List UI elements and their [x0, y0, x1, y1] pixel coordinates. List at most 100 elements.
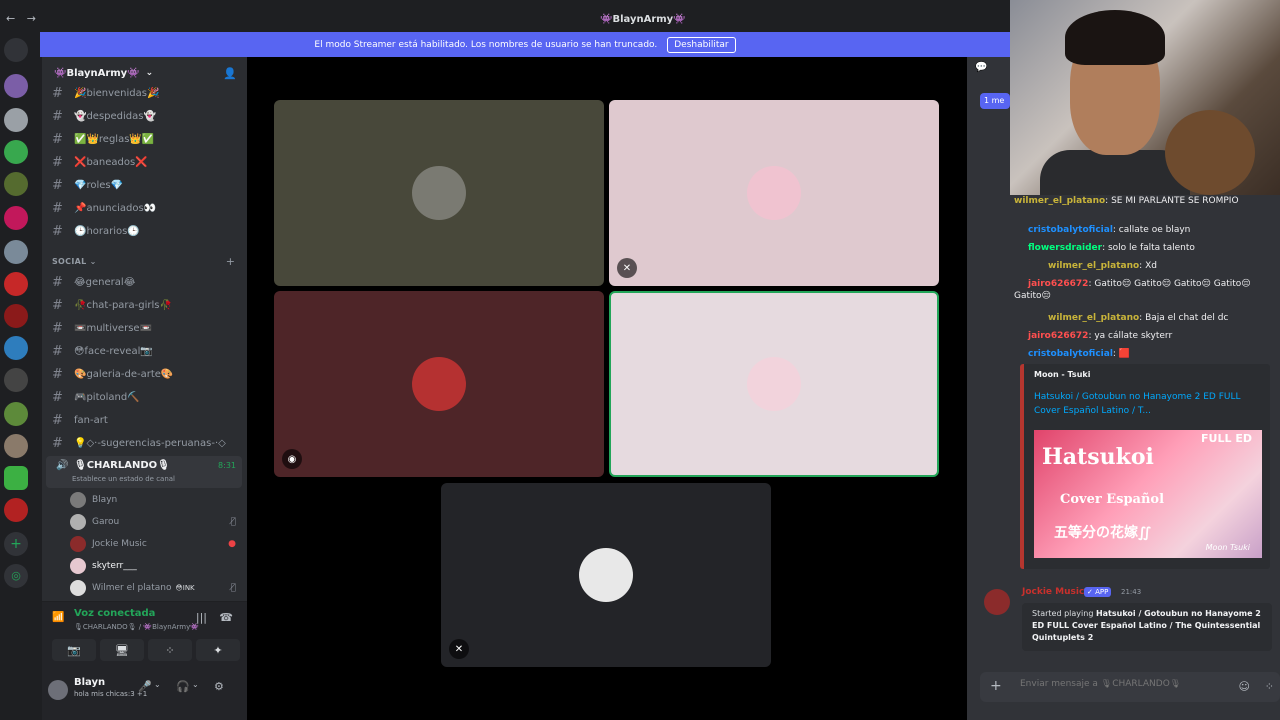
- voice-user[interactable]: Jockie Music ●: [70, 534, 240, 554]
- chat-icon[interactable]: 💬: [975, 62, 987, 73]
- activity-icon: ◉: [282, 449, 302, 469]
- webcam-bear: [1165, 110, 1255, 195]
- explore-icon[interactable]: ◎: [4, 564, 28, 588]
- participant-tile[interactable]: ✕: [441, 483, 771, 667]
- avatar: [70, 558, 86, 574]
- add-attachment-icon[interactable]: +: [990, 678, 1002, 694]
- chat-line: flowersdraider: solo le falta talento: [1028, 243, 1195, 253]
- channel-sugerencias[interactable]: # 💡◇·-sugerencias-peruanas-·◇: [52, 433, 242, 453]
- voice-user-name: Garou: [92, 517, 120, 527]
- avatar[interactable]: [984, 589, 1010, 615]
- thumb-signature: Moon Tsuki: [1205, 543, 1250, 552]
- server-icon[interactable]: [4, 498, 28, 522]
- server-icon[interactable]: [4, 140, 28, 164]
- headphones-icon[interactable]: 🎧: [176, 680, 190, 693]
- voice-user[interactable]: Blayn: [70, 490, 240, 510]
- mic-muted-icon: ✕: [449, 639, 469, 659]
- invite-icon[interactable]: 👤: [223, 67, 237, 80]
- embed-thumbnail[interactable]: FULL ED Hatsukoi Cover Español 五等分の花嫁∬ M…: [1034, 430, 1262, 558]
- message-input[interactable]: [1020, 679, 1220, 689]
- voice-user[interactable]: Garou 🎙̸: [70, 512, 240, 532]
- channel-label: 🎨galeria-de-arte🎨: [74, 368, 174, 380]
- participant-tile[interactable]: ✕: [609, 100, 939, 286]
- server-icon[interactable]: [4, 368, 28, 392]
- participant-tile[interactable]: [274, 100, 604, 286]
- server-icon[interactable]: [4, 172, 28, 196]
- channel-roles[interactable]: # 💎roles💎: [52, 175, 242, 195]
- hash-icon: #: [52, 435, 63, 451]
- server-icon[interactable]: [4, 240, 28, 264]
- server-icon[interactable]: [4, 402, 28, 426]
- noise-suppression-icon[interactable]: |||: [196, 611, 207, 624]
- user-status: hola mis chicas:3 +1: [74, 690, 148, 698]
- channel-bienvenidas[interactable]: # 🎉bienvenidas🎉: [52, 83, 242, 103]
- hash-icon: #: [52, 200, 63, 216]
- server-icon[interactable]: [4, 434, 28, 458]
- discord-home-icon[interactable]: [4, 38, 28, 62]
- server-icon[interactable]: [4, 336, 28, 360]
- embed-provider[interactable]: Moon - Tsuki: [1034, 370, 1090, 379]
- soundboard-button[interactable]: ✦: [196, 639, 240, 661]
- voice-user[interactable]: skyterr___: [70, 556, 240, 576]
- add-server-icon[interactable]: +: [4, 532, 28, 556]
- server-icon[interactable]: [4, 272, 28, 296]
- activities-button[interactable]: ⁘: [148, 639, 192, 661]
- chevron-down-icon[interactable]: ⌄: [154, 680, 161, 689]
- channel-chat-para-girls[interactable]: # 🥀chat-para-girls🥀: [52, 295, 242, 315]
- avatar: [70, 514, 86, 530]
- voice-user[interactable]: Wilmer el platano 😳INK 🎙̸: [70, 578, 240, 598]
- server-icon[interactable]: [4, 466, 28, 490]
- chevron-down-icon[interactable]: ⌄: [192, 680, 199, 689]
- embed-title-link[interactable]: Hatsukoi / Gotoubun no Hanayome 2 ED FUL…: [1034, 390, 1259, 418]
- channel-label: 🥀chat-para-girls🥀: [74, 299, 172, 311]
- screen-share-button[interactable]: 🖥: [100, 639, 144, 661]
- channel-pitoland[interactable]: # 🎮pitoland⛏️: [52, 387, 242, 407]
- voice-connected-label[interactable]: Voz conectada: [74, 608, 155, 619]
- avatar[interactable]: [48, 680, 68, 700]
- category-social[interactable]: SOCIAL ⌄: [52, 257, 97, 266]
- server-icon[interactable]: [4, 304, 28, 328]
- channel-status[interactable]: Establece un estado de canal: [72, 475, 175, 483]
- back-icon[interactable]: ←: [6, 12, 15, 25]
- mic-icon[interactable]: 🎤: [138, 680, 152, 693]
- channel-label: 📼multiverse📼: [74, 322, 153, 334]
- channel-galeria-de-arte[interactable]: # 🎨galeria-de-arte🎨: [52, 364, 242, 384]
- message-author[interactable]: Jockie Music: [1022, 587, 1084, 597]
- activity-icon: ●: [228, 539, 236, 549]
- participant-tile[interactable]: ◉: [274, 291, 604, 477]
- emoji-icon[interactable]: ☺: [1239, 680, 1250, 693]
- channel-label: 🎮pitoland⛏️: [74, 391, 140, 403]
- unread-badge[interactable]: 1 me: [980, 93, 1010, 109]
- disable-streamer-button[interactable]: Deshabilitar: [667, 36, 736, 53]
- channel-multiverse[interactable]: # 📼multiverse📼: [52, 318, 242, 338]
- server-icon[interactable]: [4, 108, 28, 132]
- signal-icon[interactable]: 📶: [52, 612, 64, 623]
- hash-icon: #: [52, 343, 63, 359]
- add-channel-icon[interactable]: +: [226, 255, 235, 268]
- channel-despedidas[interactable]: # 👻despedidas👻: [52, 106, 242, 126]
- gear-icon[interactable]: ⚙: [214, 680, 224, 693]
- forward-icon[interactable]: →: [27, 12, 36, 25]
- disconnect-icon[interactable]: ☎: [219, 611, 233, 624]
- chat-line: wilmer_el_platano: SE MI PARLANTE SE ROM…: [1014, 196, 1239, 206]
- chevron-down-icon: ⌄: [145, 68, 154, 78]
- server-icon[interactable]: [4, 206, 28, 230]
- channel-sidebar: 👾BlaynArmy👾 ⌄ 👤 # 🎉bienvenidas🎉 # 👻despedi…: [42, 57, 247, 720]
- channel-label: 😳face-reveal📷: [74, 345, 153, 357]
- channel-horarios[interactable]: # 🕒horarios🕒: [52, 221, 242, 241]
- thumb-title: Hatsukoi: [1042, 444, 1154, 470]
- channel-general[interactable]: # 😂general😂: [52, 272, 242, 292]
- channel-label: ❌baneados❌: [74, 156, 148, 168]
- hash-icon: #: [52, 389, 63, 405]
- channel-baneados[interactable]: # ❌baneados❌: [52, 152, 242, 172]
- camera-off-button[interactable]: 📷: [52, 639, 96, 661]
- apps-icon[interactable]: ⁘: [1265, 680, 1274, 693]
- channel-fan-art[interactable]: # fan-art: [52, 410, 242, 430]
- voice-channel-charlando[interactable]: 🔊 🎙CHARLANDO🎙 8:31 Establece un estado d…: [46, 456, 242, 488]
- channel-anunciados[interactable]: # 📌anunciados👀: [52, 198, 242, 218]
- channel-reglas[interactable]: # ✅👑reglas👑✅: [52, 129, 242, 149]
- server-icon[interactable]: [4, 74, 28, 98]
- channel-face-reveal[interactable]: # 😳face-reveal📷: [52, 341, 242, 361]
- avatar: [412, 166, 466, 220]
- participant-tile-speaking[interactable]: [609, 291, 939, 477]
